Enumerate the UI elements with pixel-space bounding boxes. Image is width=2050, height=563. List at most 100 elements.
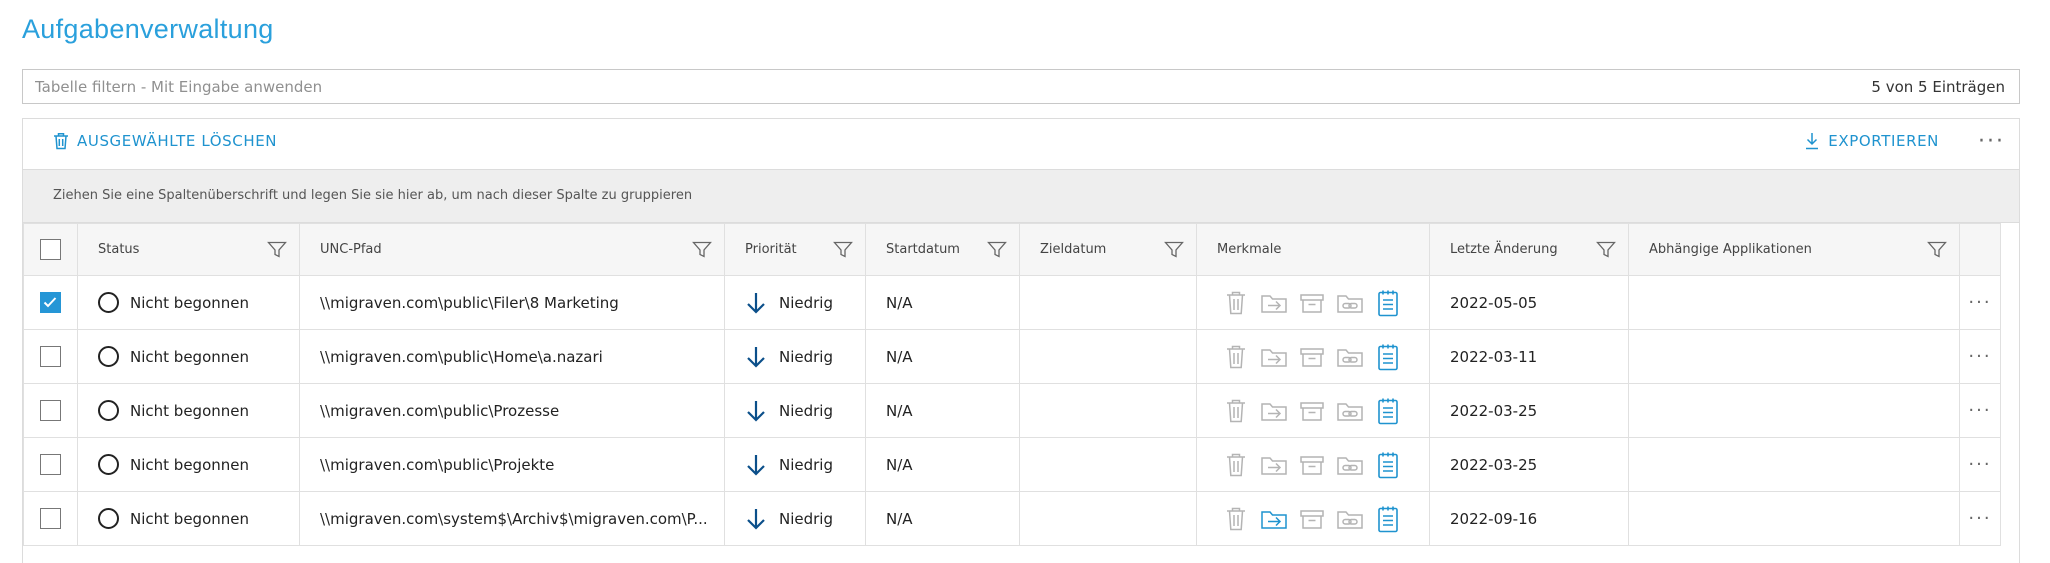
archive-icon[interactable] [1297, 396, 1326, 425]
checkmark-icon [43, 297, 57, 308]
trash-icon[interactable] [1221, 450, 1250, 479]
start-date-cell: N/A [865, 275, 1020, 330]
priority-cell: Niedrig [724, 329, 866, 384]
column-header-features[interactable]: Merkmale [1196, 223, 1430, 276]
group-drop-panel[interactable]: Ziehen Sie eine Spaltenüberschrift und l… [23, 170, 2019, 223]
start-date-text: N/A [886, 293, 913, 312]
column-header-start[interactable]: Startdatum [865, 223, 1020, 276]
folder-move-icon[interactable] [1259, 396, 1288, 425]
row-checkbox[interactable] [40, 292, 61, 313]
column-header-priority[interactable]: Priorität [724, 223, 866, 276]
status-cell: Nicht begonnen [77, 329, 300, 384]
target-date-cell [1019, 329, 1197, 384]
column-header-status[interactable]: Status [77, 223, 300, 276]
archive-icon[interactable] [1297, 342, 1326, 371]
task-table: Status UNC-Pfad Priorität Startdatum Zie… [23, 223, 2001, 546]
task-grid: AUSGEWÄHLTE LÖSCHEN EXPORTIEREN ··· Zieh… [22, 118, 2020, 563]
priority-text: Niedrig [779, 293, 833, 312]
table-row[interactable]: Nicht begonnen \\migraven.com\public\Proj… [23, 437, 2001, 492]
column-header-apps[interactable]: Abhängige Applikationen [1628, 223, 1960, 276]
priority-text: Niedrig [779, 509, 833, 528]
archive-icon[interactable] [1297, 288, 1326, 317]
start-date-cell: N/A [865, 383, 1020, 438]
archive-icon[interactable] [1297, 504, 1326, 533]
features-cell [1196, 383, 1430, 438]
arrow-down-icon [747, 454, 765, 476]
status-cell: Nicht begonnen [77, 383, 300, 438]
filter-icon[interactable] [987, 241, 1007, 259]
row-more-button[interactable]: ··· [1959, 329, 2001, 384]
archive-icon[interactable] [1297, 450, 1326, 479]
task-list-icon[interactable] [1373, 504, 1402, 533]
folder-move-icon[interactable] [1259, 504, 1288, 533]
column-header-label: Zieldatum [1040, 242, 1107, 257]
row-more-button[interactable]: ··· [1959, 491, 2001, 546]
row-more-button[interactable]: ··· [1959, 383, 2001, 438]
column-header-unc[interactable]: UNC-Pfad [299, 223, 725, 276]
status-circle-icon [98, 292, 119, 313]
folder-move-icon[interactable] [1259, 450, 1288, 479]
status-cell: Nicht begonnen [77, 491, 300, 546]
filter-icon[interactable] [692, 241, 712, 259]
table-row[interactable]: Nicht begonnen \\migraven.com\public\Home… [23, 329, 2001, 384]
row-more-button[interactable]: ··· [1959, 275, 2001, 330]
last-changed-cell: 2022-05-05 [1429, 275, 1629, 330]
column-header-label: Startdatum [886, 242, 960, 257]
table-row[interactable]: Nicht begonnen \\migraven.com\system$\Arc… [23, 491, 2001, 546]
folder-move-icon[interactable] [1259, 342, 1288, 371]
row-checkbox[interactable] [40, 346, 61, 367]
row-checkbox[interactable] [40, 400, 61, 421]
row-select-cell [23, 383, 78, 438]
row-checkbox[interactable] [40, 508, 61, 529]
last-changed-text: 2022-03-11 [1450, 347, 1538, 366]
delete-selected-label: AUSGEWÄHLTE LÖSCHEN [77, 132, 278, 150]
trash-icon[interactable] [1221, 342, 1250, 371]
folder-move-icon[interactable] [1259, 288, 1288, 317]
delete-selected-button[interactable]: AUSGEWÄHLTE LÖSCHEN [53, 132, 277, 150]
task-list-icon[interactable] [1373, 396, 1402, 425]
table-filter-input[interactable] [23, 70, 2019, 103]
priority-text: Niedrig [779, 455, 833, 474]
filter-icon[interactable] [1927, 241, 1947, 259]
page-title: Aufgabenverwaltung [22, 14, 274, 44]
target-date-cell [1019, 491, 1197, 546]
status-circle-icon [98, 454, 119, 475]
filter-icon[interactable] [267, 241, 287, 259]
toolbar-more-button[interactable]: ··· [1978, 129, 2005, 154]
row-more-button[interactable]: ··· [1959, 437, 2001, 492]
table-row[interactable]: Nicht begonnen \\migraven.com\public\Proz… [23, 383, 2001, 438]
filter-icon[interactable] [1164, 241, 1184, 259]
folder-link-icon[interactable] [1335, 450, 1364, 479]
folder-link-icon[interactable] [1335, 504, 1364, 533]
column-header-target[interactable]: Zieldatum [1019, 223, 1197, 276]
arrow-down-icon [747, 346, 765, 368]
arrow-down-icon [747, 292, 765, 314]
start-date-text: N/A [886, 509, 913, 528]
last-changed-text: 2022-09-16 [1450, 509, 1538, 528]
unc-path-cell: \\migraven.com\system$\Archiv$\migraven.… [299, 491, 725, 546]
unc-path-cell: \\migraven.com\public\Home\a.nazari [299, 329, 725, 384]
arrow-down-icon [747, 508, 765, 530]
export-button[interactable]: EXPORTIEREN [1804, 132, 1939, 150]
trash-icon[interactable] [1221, 504, 1250, 533]
priority-cell: Niedrig [724, 491, 866, 546]
unc-path-cell: \\migraven.com\public\Filer\8 Marketing [299, 275, 725, 330]
folder-link-icon[interactable] [1335, 396, 1364, 425]
column-header-label: Status [98, 242, 140, 257]
trash-icon[interactable] [1221, 288, 1250, 317]
task-list-icon[interactable] [1373, 342, 1402, 371]
filter-icon[interactable] [833, 241, 853, 259]
trash-icon[interactable] [1221, 396, 1250, 425]
task-list-icon[interactable] [1373, 450, 1402, 479]
row-checkbox[interactable] [40, 454, 61, 475]
table-filter-bar[interactable]: 5 von 5 Einträgen [22, 69, 2020, 104]
column-header-changed[interactable]: Letzte Änderung [1429, 223, 1629, 276]
column-header-label: Abhängige Applikationen [1649, 242, 1812, 257]
select-all-checkbox[interactable] [40, 239, 61, 260]
table-row[interactable]: Nicht begonnen \\migraven.com\public\File… [23, 275, 2001, 330]
folder-link-icon[interactable] [1335, 342, 1364, 371]
filter-icon[interactable] [1596, 241, 1616, 259]
folder-link-icon[interactable] [1335, 288, 1364, 317]
column-header-label: UNC-Pfad [320, 242, 382, 257]
task-list-icon[interactable] [1373, 288, 1402, 317]
